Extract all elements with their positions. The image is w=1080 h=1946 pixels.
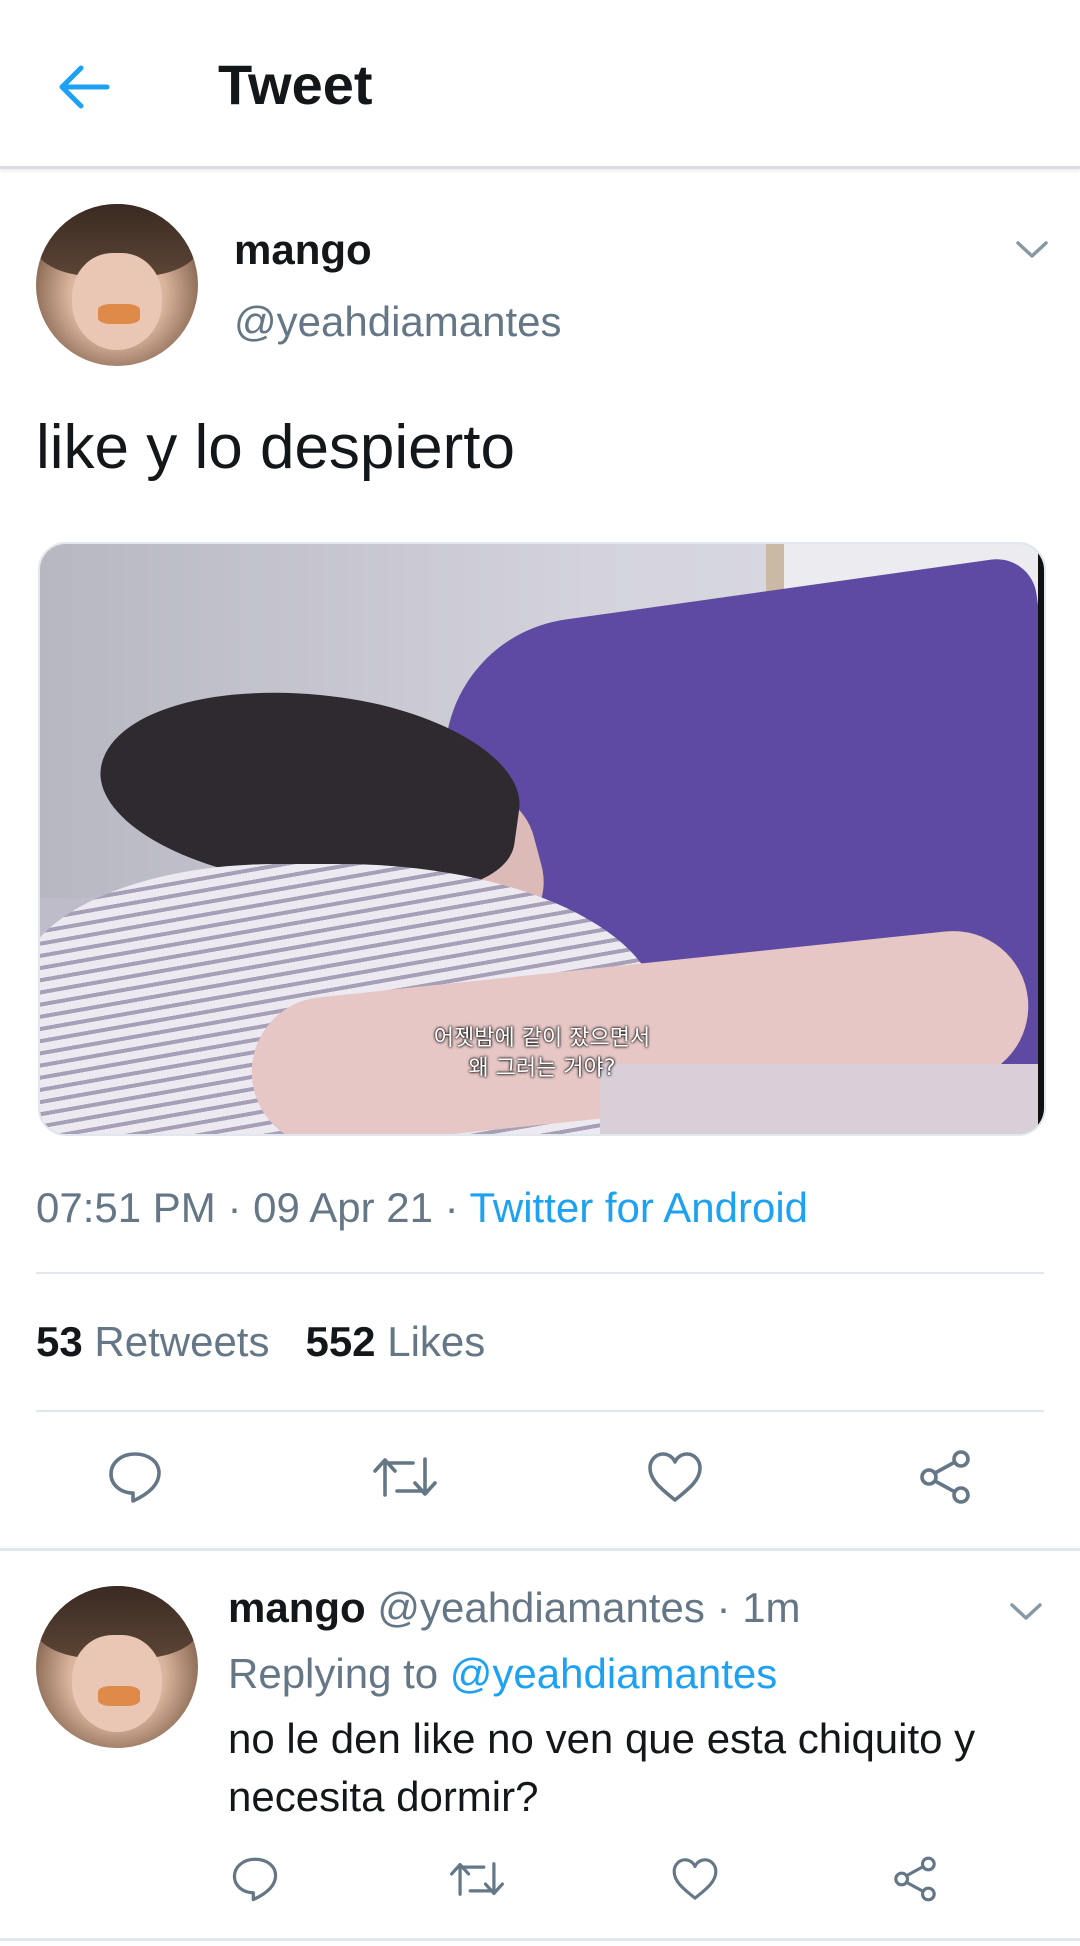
reply-icon [232,1857,278,1902]
reply-icon [109,1452,161,1503]
retweet-button[interactable] [370,1442,440,1512]
replying-mention-link[interactable]: @yeahdiamantes [450,1650,778,1697]
reply-text: no le den like no ven que esta chiquito … [228,1715,976,1820]
back-button[interactable] [52,55,116,119]
thread-separator [0,1548,1080,1551]
subtitle-line: 어젯밤에 같이 잤으면서 [433,1026,651,1051]
likes-stat[interactable]: 552 Likes [305,1318,485,1365]
reply-share-button[interactable] [880,1844,950,1914]
replying-to: Replying to @yeahdiamantes [228,1650,777,1698]
likes-count: 552 [305,1318,376,1365]
replying-prefix: Replying to [228,1650,439,1697]
arrow-left-icon [59,65,110,109]
divider [36,1410,1044,1412]
reply-author-handle[interactable]: @yeahdiamantes [377,1584,705,1631]
tweet-source-link[interactable]: Twitter for Android [470,1184,808,1231]
tweet-metadata: 07:51 PM · 09 Apr 21 · Twitter for Andro… [36,1184,808,1232]
retweets-label: Retweets [94,1318,270,1365]
retweet-icon [373,1457,437,1497]
divider [0,1938,1080,1941]
meta-separator: · [716,1584,731,1631]
heart-icon [648,1452,702,1502]
like-button[interactable] [640,1442,710,1512]
meta-separator: · [227,1184,242,1231]
retweets-count: 53 [36,1318,83,1365]
meta-separator: · [444,1184,459,1231]
author-name[interactable]: mango [234,226,372,274]
top-app-bar: Tweet [0,0,1080,169]
divider [36,1272,1044,1274]
video-subtitle: 어젯밤에 같이 잤으면서 왜 그러는 거야? [40,1024,1044,1084]
share-icon [894,1856,936,1902]
chevron-down-icon [1016,241,1048,258]
chevron-down-icon [1010,1603,1042,1620]
tweet-media[interactable]: 어젯밤에 같이 잤으면서 왜 그러는 거야? [38,542,1046,1136]
tweet-stats: 53 Retweets 552 Likes [36,1318,485,1366]
retweets-stat[interactable]: 53 Retweets [36,1318,269,1365]
reply-like-button[interactable] [660,1844,730,1914]
reply-button[interactable] [100,1442,170,1512]
avatar[interactable] [36,204,198,366]
tweet-text: like y lo despierto [36,413,516,482]
tweet-date: 09 Apr 21 [253,1184,433,1231]
heart-icon [672,1858,718,1900]
retweet-icon [450,1862,504,1896]
reply-header: mango @yeahdiamantes · 1m [228,1584,801,1632]
share-button[interactable] [910,1442,980,1512]
page-title: Tweet [218,53,373,116]
reply-reply-button[interactable] [220,1844,290,1914]
reply-time: 1m [742,1584,801,1631]
reply-author-name[interactable]: mango [228,1584,366,1631]
tweet-options-button[interactable] [1012,230,1052,270]
reply-options-button[interactable] [1006,1592,1046,1632]
subtitle-line: 왜 그러는 거야? [468,1056,616,1081]
likes-label: Likes [387,1318,486,1365]
reply-retweet-button[interactable] [442,1844,512,1914]
tweet-time: 07:51 PM [36,1184,216,1231]
reply-avatar[interactable] [36,1586,198,1748]
share-icon [920,1450,970,1504]
author-handle[interactable]: @yeahdiamantes [234,298,562,346]
